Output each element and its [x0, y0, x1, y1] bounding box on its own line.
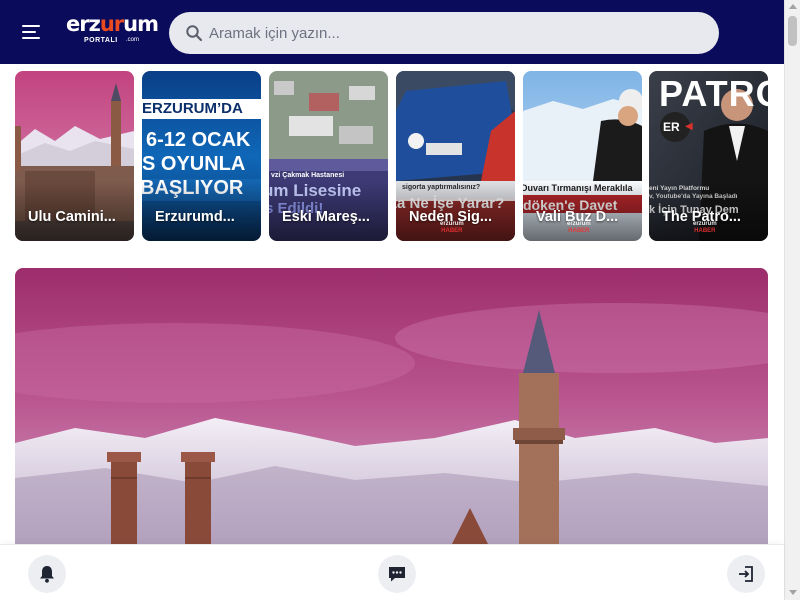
- top-header: erzurum PORTALI .com: [0, 0, 784, 64]
- story-badge: erzurum HABER: [567, 221, 591, 234]
- story-card[interactable]: Duvarı Tırmanışı Meraklıla döken'e Davet…: [523, 71, 642, 241]
- story-badge: erzurum HABER: [440, 221, 464, 234]
- story-title: Eski Mareş...: [282, 209, 370, 225]
- featured-news-image[interactable]: [15, 268, 768, 558]
- logo-wordmark: erzurum: [66, 12, 159, 36]
- bell-icon: [40, 566, 54, 583]
- story-card[interactable]: ERZURUM’DA 6-12 OCAK S OYUNLA BAŞLIYOR E…: [142, 71, 261, 241]
- scroll-down-arrow[interactable]: [789, 590, 797, 595]
- search-icon: [186, 25, 203, 42]
- story-card[interactable]: vzi Çakmak Hastanesi um Lisesine s Edild…: [269, 71, 388, 241]
- hero-image: [15, 268, 768, 558]
- search-bar[interactable]: [169, 12, 719, 54]
- bottom-action-bar: [0, 544, 784, 600]
- logo-subtitle: PORTALI: [84, 37, 118, 44]
- story-badge: erzurum HABER: [693, 221, 717, 234]
- story-card[interactable]: Ulu Camini...: [15, 71, 134, 241]
- story-card[interactable]: sigorta yaptırmalısınız? ta Ne İşe Yarar…: [396, 71, 515, 241]
- login-icon: [739, 566, 753, 582]
- logo-domain: .com: [126, 37, 140, 43]
- site-logo[interactable]: erzurum PORTALI .com: [66, 12, 159, 52]
- story-title: Ulu Camini...: [28, 209, 116, 225]
- story-card[interactable]: PATRON ER ◀ eni Yayın Platformu v, Youtu…: [649, 71, 768, 241]
- stories-row: Ulu Camini... ERZURUM’DA 6-12 OCAK S OYU…: [15, 71, 768, 241]
- login-button[interactable]: [727, 555, 765, 593]
- search-input[interactable]: [209, 12, 699, 54]
- scroll-up-arrow[interactable]: [789, 4, 797, 9]
- page-scrollbar[interactable]: [784, 0, 800, 600]
- chat-icon: [389, 567, 405, 582]
- scroll-thumb[interactable]: [788, 16, 797, 46]
- notifications-button[interactable]: [28, 555, 66, 593]
- menu-icon[interactable]: [22, 22, 44, 42]
- messages-button[interactable]: [378, 555, 416, 593]
- story-title: Erzurumd...: [155, 209, 235, 225]
